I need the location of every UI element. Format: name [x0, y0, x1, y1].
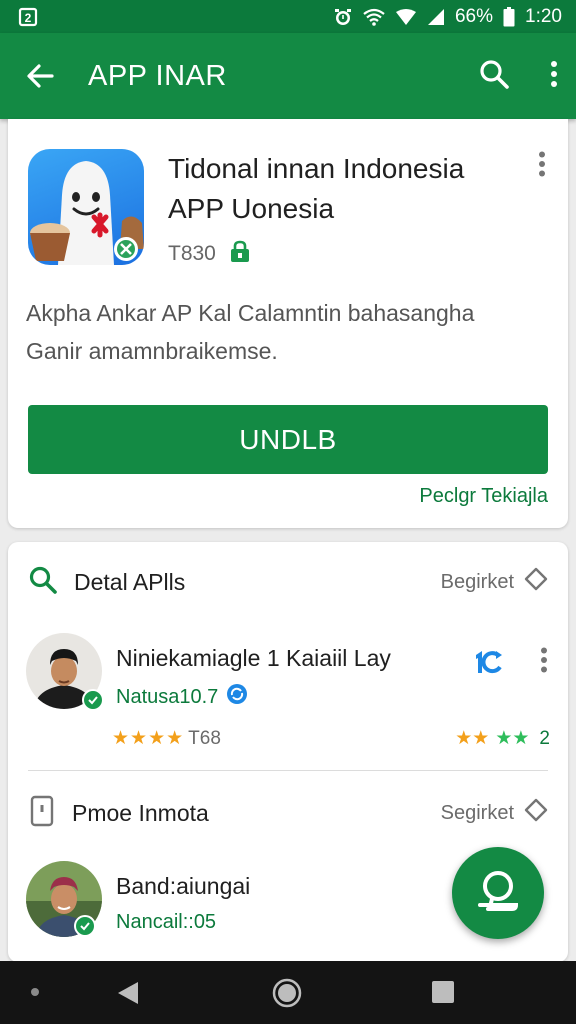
- system-nav-bar: [0, 961, 576, 1024]
- app-name-line1: Tidonal innan Indonesia: [168, 153, 465, 184]
- review-version: Natusa10.7: [116, 685, 219, 708]
- rating-count: 2: [539, 727, 550, 749]
- verified-badge-icon: [82, 689, 104, 711]
- tag-icon: [524, 567, 548, 597]
- cell-signal-icon: [427, 8, 445, 26]
- svg-text:2: 2: [25, 11, 32, 25]
- alarm-icon: [333, 7, 353, 27]
- section-more-header[interactable]: Pmoe Inmota Segirket: [28, 793, 548, 833]
- app-more-icon[interactable]: [538, 151, 546, 182]
- review-more-icon[interactable]: [540, 647, 548, 678]
- update-badge[interactable]: [472, 649, 506, 680]
- section-right-label: Begirket: [440, 570, 514, 593]
- star-icon: ★★: [495, 728, 530, 749]
- tag-icon: [524, 798, 548, 828]
- notification-icon: 2: [18, 7, 38, 27]
- divider: [28, 770, 548, 771]
- chat-icon: [474, 867, 522, 920]
- review-item[interactable]: Niniekamiagle 1 Kaiaiil Lay Natusa10.7 ★…: [26, 633, 550, 753]
- battery-level: 66%: [454, 5, 494, 27]
- section-title: Detal APlls: [74, 568, 186, 595]
- desc-line1: Akpha Ankar AP Kal Calamntin bahasangha: [26, 300, 475, 326]
- search-icon: [28, 565, 58, 600]
- lock-icon: [228, 239, 252, 269]
- nav-back-icon[interactable]: [116, 980, 142, 1006]
- wifi-icon: [363, 8, 385, 26]
- rating-text: T68: [188, 727, 221, 749]
- nav-dot-icon: [30, 987, 40, 997]
- rating-summary: ★★ ★★ 2: [455, 727, 550, 750]
- nav-home-icon[interactable]: [272, 978, 302, 1008]
- review-version: Nancail::05: [116, 911, 217, 933]
- wifi-signal-icon: [395, 8, 417, 26]
- verified-badge-icon: [74, 915, 96, 937]
- review-meta: Nancail::05: [116, 911, 216, 934]
- clock: 1:20: [525, 5, 562, 27]
- chat-fab-button[interactable]: [452, 847, 544, 939]
- sync-icon: [226, 683, 248, 711]
- app-info-card: Tidonal innan Indonesia APP Uonesia T830…: [8, 119, 568, 528]
- battery-icon: [503, 6, 515, 27]
- phone-icon: [28, 795, 56, 832]
- app-name-line2: APP Uonesia: [168, 193, 335, 224]
- review-author: Band:aiungai: [116, 873, 251, 899]
- more-info-link[interactable]: Peclgr Tekiajla: [419, 485, 548, 508]
- section-title: Pmoe Inmota: [72, 799, 209, 826]
- app-description: Akpha Ankar AP Kal Calamntin bahasangha …: [26, 294, 546, 370]
- app-meta: T830: [168, 239, 252, 269]
- app-name: Tidonal innan Indonesia APP Uonesia: [168, 149, 508, 229]
- page-title: APP INAR: [88, 59, 227, 92]
- desc-line2: Ganir amamnbraikemse.: [26, 338, 278, 364]
- back-arrow-icon[interactable]: [20, 56, 60, 96]
- review-author: Niniekamiagle 1 Kaiaiil Lay: [116, 645, 391, 671]
- section-details-header[interactable]: Detal APlls Begirket: [28, 562, 548, 602]
- star-icon: ★★★★: [112, 728, 185, 749]
- review-meta: Natusa10.7: [116, 683, 248, 711]
- status-bar: 2 66% 1:20: [0, 0, 576, 33]
- section-right-action[interactable]: Segirket: [441, 798, 548, 828]
- star-icon: ★★: [455, 728, 490, 749]
- search-icon[interactable]: [478, 58, 510, 95]
- section-right-label: Segirket: [440, 801, 514, 824]
- app-bar: APP INAR: [0, 33, 576, 119]
- more-vert-icon[interactable]: [550, 60, 558, 93]
- section-right-action[interactable]: Begirket: [441, 567, 548, 597]
- app-code: T830: [168, 242, 216, 265]
- app-logo[interactable]: [28, 149, 144, 265]
- review-rating: ★★★★ T68: [112, 727, 221, 750]
- nav-recents-icon[interactable]: [431, 980, 455, 1004]
- install-button[interactable]: UNDLB: [28, 405, 548, 474]
